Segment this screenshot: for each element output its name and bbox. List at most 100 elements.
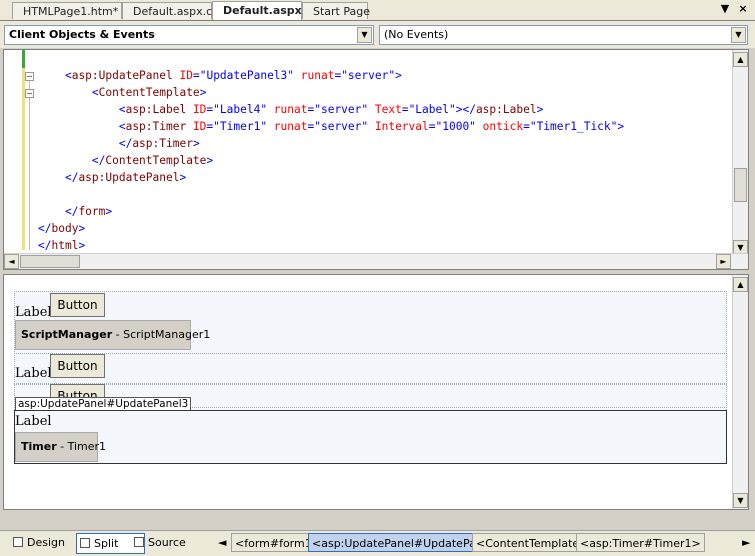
timer-control[interactable]: Timer - Timer1 <box>15 432 106 462</box>
script-manager-control[interactable]: ScriptManager - ScriptManager1 <box>15 320 210 350</box>
tab-label: Start Page <box>313 5 370 18</box>
scroll-up-icon[interactable]: ▲ <box>733 52 748 67</box>
code-token: html <box>51 239 79 252</box>
update-panel-selected[interactable] <box>14 410 727 464</box>
button-control[interactable]: Button <box>50 293 105 317</box>
breadcrumb-timer[interactable]: <asp:Timer#Timer1> <box>576 533 705 552</box>
code-token: "server" <box>341 69 396 82</box>
label-control[interactable]: Label <box>15 366 52 381</box>
code-line[interactable]: </asp:Timer> <box>38 135 200 152</box>
code-line[interactable]: <asp:Timer ID = "Timer1" runat = "server" In… <box>38 118 624 135</box>
control-id: - ScriptManager1 <box>112 328 211 341</box>
tab-label: Default.aspx.cs <box>133 5 218 18</box>
breadcrumb-right-icon[interactable]: ► <box>738 533 754 552</box>
collapse-toggle-icon[interactable]: − <box>25 72 34 81</box>
code-token: "Timer1" <box>213 120 268 133</box>
navigation-bar: Client Objects & Events ▼ (No Events) ▼ <box>0 21 755 48</box>
code-token: runat <box>267 120 308 133</box>
design-vertical-scrollbar[interactable]: ▲ ▼ <box>732 275 748 509</box>
events-dropdown[interactable]: (No Events) ▼ <box>379 25 748 45</box>
code-token: > <box>536 103 544 116</box>
code-line[interactable]: </body> <box>38 220 85 237</box>
design-surface[interactable]: Label Button ScriptManager - ScriptManag… <box>3 274 749 510</box>
label-control[interactable]: Label <box>15 305 52 320</box>
source-view-button[interactable]: Source <box>131 533 190 552</box>
design-view-button[interactable]: Design <box>10 533 69 552</box>
code-vertical-scrollbar[interactable]: ▲ ▼ <box>732 50 748 255</box>
code-token: > <box>78 239 86 252</box>
code-token: runat <box>267 103 308 116</box>
code-token: </ <box>64 171 79 184</box>
code-token: asp:Label <box>125 103 187 116</box>
client-objects-value: Client Objects & Events <box>9 28 155 41</box>
tab-label: Default.aspx* <box>223 4 308 17</box>
code-token: asp:Timer <box>125 120 187 133</box>
tab-start-page[interactable]: Start Page <box>302 2 370 19</box>
code-token: > <box>105 205 113 218</box>
chevron-down-icon[interactable]: ▼ <box>731 27 746 43</box>
saved-change-indicator <box>22 50 25 68</box>
scroll-up-icon[interactable]: ▲ <box>733 277 748 292</box>
tab-label: HTMLPage1.htm* <box>23 5 119 18</box>
scroll-thumb[interactable] <box>734 168 747 202</box>
breadcrumb-update-panel[interactable]: <asp:UpdatePanel#UpdatePa...> <box>308 533 500 552</box>
code-token: ID <box>186 120 207 133</box>
code-token: "1000" <box>435 120 476 133</box>
tab-default-aspx[interactable]: Default.aspx* <box>212 1 308 20</box>
collapse-toggle-icon[interactable]: − <box>25 89 34 98</box>
scroll-right-icon[interactable]: ► <box>716 254 731 269</box>
breadcrumb-content-template[interactable]: <ContentTemplate> <box>472 533 593 552</box>
code-token: "server" <box>314 120 369 133</box>
code-token: asp:UpdatePanel <box>78 171 180 184</box>
code-line[interactable]: </asp:UpdatePanel> <box>38 169 186 186</box>
breadcrumb-left-icon[interactable]: ◄ <box>214 533 230 552</box>
view-label: Source <box>148 536 186 549</box>
code-token: </ <box>64 205 79 218</box>
code-line[interactable]: </form> <box>38 203 112 220</box>
code-token: asp:Label <box>475 103 537 116</box>
code-token: "Label4" <box>213 103 268 116</box>
label-control[interactable]: Label <box>15 414 52 429</box>
code-token: Text <box>368 103 402 116</box>
code-token: ontick <box>475 120 524 133</box>
code-token: < <box>118 103 126 116</box>
code-token: > <box>199 86 207 99</box>
tab-default-aspx-cs[interactable]: Default.aspx.cs <box>122 2 218 19</box>
code-token: ></ <box>455 103 476 116</box>
code-token: < <box>64 69 72 82</box>
button-control[interactable]: Button <box>50 384 105 398</box>
code-line[interactable]: </html> <box>38 237 85 254</box>
client-objects-dropdown[interactable]: Client Objects & Events ▼ <box>4 25 374 45</box>
scroll-left-icon[interactable]: ◄ <box>4 254 19 269</box>
button-control[interactable]: Button <box>50 354 105 378</box>
code-token: runat <box>294 69 335 82</box>
source-view-icon <box>134 537 144 547</box>
code-token: ContentTemplate <box>105 154 207 167</box>
scroll-thumb[interactable] <box>20 255 80 268</box>
tab-htmlpage1[interactable]: HTMLPage1.htm* <box>12 2 122 19</box>
document-tab-bar: HTMLPage1.htm* Default.aspx.cs Default.a… <box>0 0 755 21</box>
events-value: (No Events) <box>384 28 449 41</box>
outline-guide <box>29 97 30 212</box>
code-line[interactable]: </ContentTemplate> <box>38 152 213 169</box>
code-line[interactable]: <asp:UpdatePanel ID="UpdatePanel3" runat… <box>38 67 402 84</box>
code-token: ContentTemplate <box>98 86 200 99</box>
code-token: "server" <box>314 103 369 116</box>
source-code-editor[interactable]: − − <asp:UpdatePanel ID="UpdatePanel3" r… <box>3 49 749 270</box>
close-tab-icon[interactable]: × <box>736 2 750 16</box>
code-token: > <box>179 171 187 184</box>
code-token: </ <box>38 222 52 235</box>
code-horizontal-scrollbar[interactable]: ◄ ► <box>4 253 748 269</box>
chevron-down-icon[interactable]: ▼ <box>357 27 372 43</box>
code-line[interactable]: <asp:Label ID="Label4" runat="server" Te… <box>38 101 543 118</box>
view-label: Split <box>94 537 119 550</box>
tab-list-dropdown-icon[interactable]: ▼ <box>718 2 732 16</box>
code-line[interactable]: <ContentTemplate> <box>38 84 207 101</box>
design-view-icon <box>13 537 23 547</box>
scroll-down-icon[interactable]: ▼ <box>733 493 748 508</box>
